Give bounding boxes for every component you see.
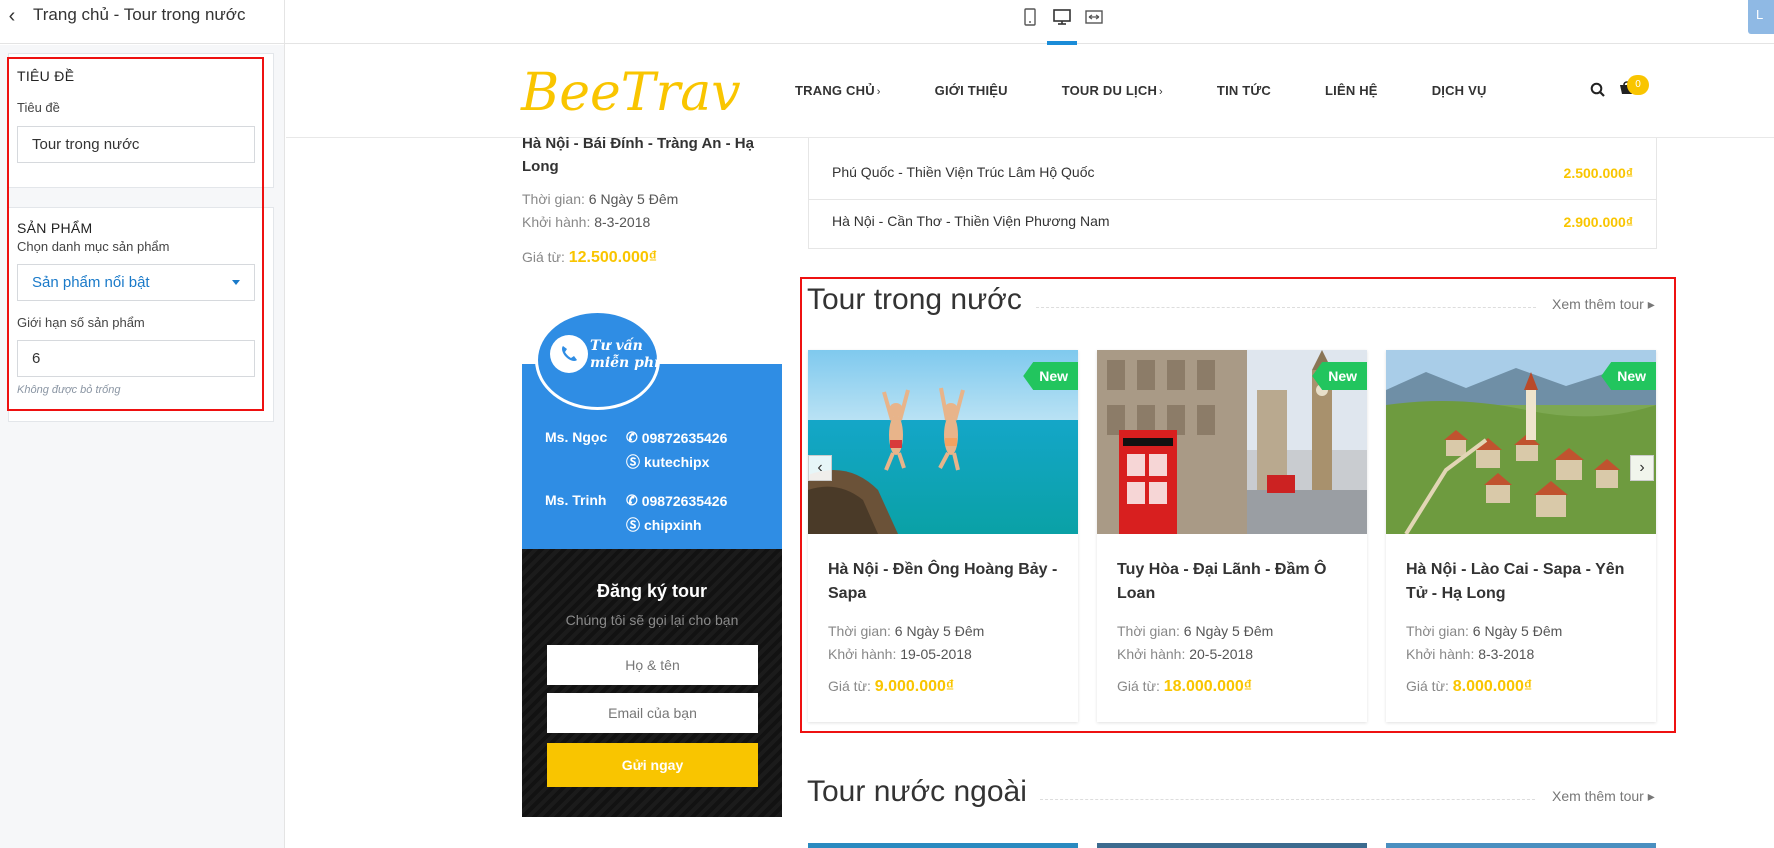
contact-name: Ms. Ngọc (545, 429, 608, 445)
mobile-view-icon[interactable] (1014, 6, 1046, 44)
register-subtitle: Chúng tôi sẽ gọi lại cho bạn (565, 612, 739, 628)
register-submit-button[interactable]: Gửi ngay (547, 743, 758, 787)
nav-item-contact[interactable]: LIÊN HỆ (1325, 83, 1378, 98)
international-more-link[interactable]: Xem thêm tour ▸ (1552, 788, 1655, 805)
tour-card[interactable]: New Tuy Hòa - Đại Lãnh - Đầm Ô Loan Thời… (1097, 350, 1367, 722)
limit-field-label: Giới hạn số sản phẩm (17, 315, 145, 330)
tour-depart: Khởi hành: 8-3-2018 (1406, 646, 1535, 662)
tour-image: New (1097, 350, 1367, 534)
new-badge: New (1601, 362, 1656, 390)
top-right-button[interactable]: L (1748, 0, 1774, 34)
tour-card[interactable]: New Hà Nội - Đền Ông Hoàng Bảy - Sapa Th… (808, 350, 1078, 722)
panel-divider (284, 0, 285, 848)
tour-name: Hà Nội - Đền Ông Hoàng Bảy - Sapa (828, 561, 1058, 602)
nav-item-tours[interactable]: TOUR DU LỊCH › (1062, 83, 1163, 98)
tour-card-image-top (1097, 843, 1367, 848)
tour-depart: Khởi hành: 20-5-2018 (1117, 646, 1254, 662)
title-field-label: Tiêu đề (17, 100, 60, 115)
contact-skype[interactable]: Ⓢchipxinh (626, 515, 702, 535)
back-arrow-icon[interactable]: ‹ (0, 4, 24, 28)
slider-prev-arrow[interactable]: ‹ (808, 455, 832, 481)
title-input[interactable]: Tour trong nước (17, 126, 255, 163)
category-select[interactable]: Sản phẩm nổi bật (17, 264, 255, 301)
section-divider (1040, 799, 1535, 800)
tour-card-image-top (1386, 843, 1656, 848)
price-row-price: 2.500.000₫ (1563, 165, 1633, 181)
contact-phone[interactable]: ✆ 09872635426 (626, 492, 727, 509)
tour-price: Giá từ: 9.000.000₫ (828, 678, 955, 695)
tour-time: Thời gian: 6 Ngày 5 Đêm (1117, 623, 1274, 639)
domestic-section-title: Tour trong nước (807, 283, 1022, 316)
editor-topbar: ‹ Trang chủ - Tour trong nước L (0, 0, 1774, 45)
nav-item-news[interactable]: TIN TỨC (1217, 83, 1271, 98)
phone-icon: ✆ (626, 429, 638, 445)
tour-price: Giá từ: 18.000.000₫ (1117, 678, 1253, 695)
product-section-heading: SẢN PHẨM (17, 220, 93, 236)
editor-window: ‹ Trang chủ - Tour trong nước L TIÊU ĐỀ … (0, 0, 1774, 848)
contact-name: Ms. Trinh (545, 492, 607, 508)
chevron-right-icon: › (1639, 459, 1645, 476)
tour-name: Hà Nội - Lào Cai - Sapa - Yên Tử - Hạ Lo… (1406, 561, 1625, 602)
tour-time: Thời gian: 6 Ngày 5 Đêm (828, 623, 985, 639)
domestic-more-link[interactable]: Xem thêm tour ▸ (1552, 296, 1655, 313)
tour-card[interactable]: New Hà Nội - Lào Cai - Sapa - Yên Tử - H… (1386, 350, 1656, 722)
tour-image: New (1386, 350, 1656, 534)
tour-price: Giá từ: 8.000.000₫ (1406, 678, 1533, 695)
tour-card-image-top (808, 843, 1078, 848)
nav-item-home[interactable]: TRANG CHỦ › (795, 83, 881, 98)
editor-title: Trang chủ - Tour trong nước (33, 5, 246, 24)
chevron-left-icon: ‹ (817, 459, 823, 476)
sidebar-tour-depart: Khởi hành: 8-3-2018 (522, 214, 651, 230)
phone-support-icon (550, 335, 588, 373)
cart-count-badge: 0 (1627, 75, 1649, 95)
price-row-name: Hà Nội - Cần Thơ - Thiền Viện Phương Nam (832, 213, 1110, 229)
tour-time: Thời gian: 6 Ngày 5 Đêm (1406, 623, 1563, 639)
register-name-input[interactable]: Họ & tên (547, 645, 758, 685)
settings-panel: TIÊU ĐỀ Tiêu đề Tour trong nước SẢN PHẨM… (0, 45, 284, 848)
consult-bubble-text: Tư vấn miễn phí (590, 338, 660, 371)
fullwidth-view-icon[interactable] (1078, 6, 1110, 44)
section-divider (1036, 307, 1536, 308)
new-badge: New (1023, 362, 1078, 390)
register-email-input[interactable]: Email của bạn (547, 693, 758, 733)
price-row-name: Phú Quốc - Thiền Viện Trúc Lâm Hộ Quốc (832, 164, 1095, 180)
tour-name: Tuy Hòa - Đại Lãnh - Đầm Ô Loan (1117, 561, 1327, 602)
title-section-heading: TIÊU ĐỀ (17, 68, 75, 84)
category-field-label: Chọn danh mục sản phẩm (17, 239, 170, 254)
beetravel-logo[interactable]: BeeTravel (517, 50, 742, 128)
nav-item-about[interactable]: GIỚI THIỆU (935, 83, 1008, 98)
search-icon[interactable] (1590, 82, 1606, 98)
limit-hint: Không được bỏ trống (17, 384, 121, 396)
contact-phone[interactable]: ✆ 09872635426 (626, 429, 727, 446)
product-settings-card: SẢN PHẨM Chọn danh mục sản phẩm Sản phẩm… (8, 207, 274, 422)
caret-down-icon (232, 280, 240, 285)
sidebar-tour-price: Giá từ: 12.500.000₫ (522, 249, 658, 266)
category-select-value: Sản phẩm nổi bật (32, 274, 150, 291)
contact-skype[interactable]: Ⓢkutechipx (626, 452, 709, 472)
tour-image: New (808, 350, 1078, 534)
limit-input[interactable]: 6 (17, 340, 255, 377)
price-row-price: 2.900.000₫ (1563, 214, 1633, 230)
main-nav: TRANG CHỦ › GIỚI THIỆU TOUR DU LỊCH › TIN … (795, 83, 1541, 98)
price-row[interactable]: Phú Quốc - Thiền Viện Trúc Lâm Hộ Quốc 2… (808, 150, 1657, 200)
title-settings-card: TIÊU ĐỀ Tiêu đề Tour trong nước (8, 53, 274, 188)
sidebar-tour-name[interactable]: Hà Nội - Bái Đính - Tràng An - Hạ Long (522, 132, 767, 178)
logo-text: BeeTravel (520, 63, 742, 123)
sidebar-tour-time: Thời gian: 6 Ngày 5 Đêm (522, 191, 679, 207)
caret-right-icon: ▸ (1647, 788, 1655, 804)
slider-next-arrow[interactable]: › (1630, 455, 1654, 481)
nav-item-services[interactable]: DỊCH VỤ (1432, 83, 1487, 98)
register-title: Đăng ký tour (596, 581, 707, 601)
skype-icon: Ⓢ (626, 454, 640, 470)
phone-icon: ✆ (626, 492, 638, 508)
skype-icon: Ⓢ (626, 517, 640, 533)
caret-right-icon: ▸ (1647, 296, 1655, 312)
international-section-title: Tour nước ngoài (807, 775, 1027, 808)
desktop-view-icon[interactable] (1046, 6, 1078, 45)
tour-depart: Khởi hành: 19-05-2018 (828, 646, 972, 662)
device-switcher (1014, 6, 1110, 45)
new-badge: New (1312, 362, 1367, 390)
price-row[interactable]: Hà Nội - Cần Thơ - Thiền Viện Phương Nam… (808, 199, 1657, 249)
